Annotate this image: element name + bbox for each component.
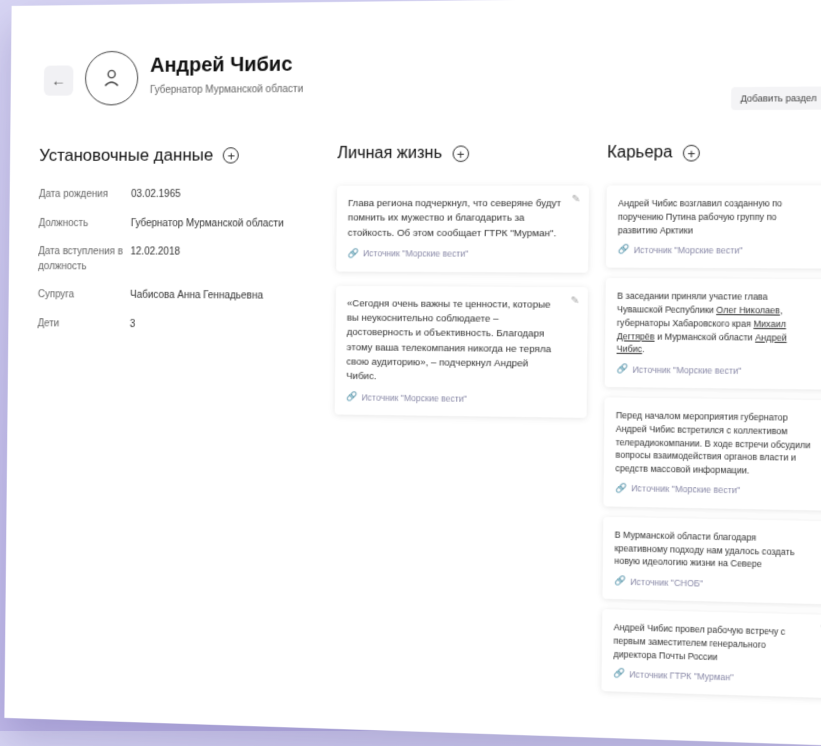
person-link[interactable]: Олег Николаев: [716, 305, 780, 316]
fact-label: Дети: [37, 317, 60, 329]
fact-value: 3: [129, 318, 136, 330]
profile-name: Андрей Чибис: [150, 53, 293, 77]
career-column: Карьера + ✎ Андрей Чибис возглавил созда…: [601, 143, 821, 699]
avatar: [84, 50, 139, 106]
source-label: Источник ГТРК "Мурман": [629, 668, 734, 683]
user-icon: [103, 69, 118, 86]
card-source[interactable]: 🔗 Источник "Морские вести": [346, 391, 560, 405]
fact-row: Дети 3: [38, 317, 321, 334]
facts-list: Дата рождения 03.02.1965 Должность Губер…: [38, 188, 322, 334]
source-label: Источник "СНОБ": [630, 576, 704, 589]
career-card[interactable]: ✎ Андрей Чибис провел рабочую встречу с …: [601, 609, 821, 699]
link-icon: 🔗: [617, 244, 630, 255]
personal-life-column: Личная жизнь + ✎ Глава региона подчеркну…: [334, 144, 590, 419]
arrow-left-icon: ←: [51, 72, 67, 90]
pencil-icon[interactable]: ✎: [571, 295, 580, 306]
back-button[interactable]: ←: [43, 65, 74, 96]
add-career-button[interactable]: +: [682, 144, 701, 162]
profile-panel: ← Андрей Чибис Губернатор Мурманской обл…: [4, 0, 821, 746]
fact-row: Супруга Чабисова Анна Геннадьевна: [38, 288, 321, 304]
career-card[interactable]: ✎ Перед началом мероприятия губернатор А…: [603, 397, 821, 511]
career-card[interactable]: ✎ Андрей Чибис возглавил созданную по по…: [605, 185, 821, 269]
fact-row: Должность Губернатор Мурманской области: [39, 217, 322, 232]
fact-value: 12.02.2018: [130, 246, 181, 258]
basic-data-title: Установочные данные +: [39, 145, 322, 166]
fact-value: Губернатор Мурманской области: [130, 217, 284, 230]
card-source[interactable]: 🔗 Источник ГТРК "Мурман": [613, 668, 809, 685]
text-part: .: [642, 343, 645, 355]
section-title: Установочные данные: [39, 145, 214, 165]
fact-label: Должность: [38, 217, 89, 229]
add-section-button[interactable]: Добавить раздел: [730, 86, 821, 111]
fact-row: Дата вступления в должность 12.02.2018: [38, 245, 321, 275]
card-source[interactable]: 🔗 Источник "Морские вести": [616, 363, 812, 377]
link-icon: 🔗: [616, 363, 629, 374]
card-source[interactable]: 🔗 Источник "Морские вести": [347, 248, 561, 260]
career-card[interactable]: ✎ В заседании приняли участие глава Чува…: [604, 278, 821, 390]
card-text: В Мурманской области благодаря креативно…: [614, 529, 795, 570]
personal-card[interactable]: ✎ Глава региона подчеркнул, что северяне…: [336, 185, 590, 273]
fact-label: Дата вступления в должность: [38, 246, 123, 272]
card-text: Андрей Чибис возглавил созданную по пору…: [617, 198, 783, 236]
plus-icon: +: [456, 146, 465, 162]
source-label: Источник "Морские вести": [632, 363, 742, 376]
add-personal-button[interactable]: +: [452, 145, 469, 163]
profile-subtitle: Губернатор Мурманской области: [149, 83, 304, 97]
source-label: Источник "Морские вести": [633, 244, 743, 256]
source-label: Источник "Морские вести": [631, 483, 741, 496]
source-label: Источник "Морские вести": [361, 392, 467, 404]
fact-label: Супруга: [37, 289, 75, 301]
fact-label: Дата рождения: [38, 188, 109, 201]
card-text: Перед началом мероприятия губернатор Анд…: [615, 409, 811, 476]
section-title: Личная жизнь: [337, 144, 443, 163]
link-icon: 🔗: [614, 575, 626, 586]
card-source[interactable]: 🔗 Источник "Морские вести": [615, 482, 811, 497]
plus-icon: +: [227, 147, 236, 164]
source-label: Источник "Морские вести": [362, 248, 469, 260]
pencil-icon[interactable]: ✎: [572, 194, 581, 205]
link-icon: 🔗: [347, 247, 359, 259]
career-title: Карьера +: [607, 143, 821, 162]
link-icon: 🔗: [613, 667, 626, 679]
profile-header: ← Андрей Чибис Губернатор Мурманской обл…: [38, 38, 821, 116]
plus-icon: +: [687, 145, 696, 161]
section-title: Карьера: [607, 143, 673, 162]
personal-card[interactable]: ✎ «Сегодня очень важны те ценности, кото…: [334, 285, 588, 419]
card-text: Андрей Чибис провел рабочую встречу с пе…: [613, 621, 786, 662]
career-card[interactable]: ✎ В Мурманской области благодаря креатив…: [602, 516, 821, 605]
fact-row: Дата рождения 03.02.1965: [39, 188, 322, 203]
link-icon: 🔗: [345, 391, 358, 402]
fact-value: Чабисова Анна Геннадьевна: [129, 289, 264, 302]
card-source[interactable]: 🔗 Источник "Морские вести": [618, 244, 814, 256]
basic-data-column: Установочные данные + Дата рождения 03.0…: [37, 145, 322, 348]
text-part: и Мурманской области: [654, 330, 756, 343]
personal-life-title: Личная жизнь +: [337, 144, 589, 163]
fact-value: 03.02.1965: [131, 188, 181, 201]
link-icon: 🔗: [615, 482, 627, 494]
card-text: В заседании приняли участие глава Чувашс…: [617, 290, 814, 358]
card-source[interactable]: 🔗 Источник "СНОБ": [614, 575, 810, 591]
card-text: «Сегодня очень важны те ценности, которы…: [346, 297, 552, 383]
add-basic-data-button[interactable]: +: [223, 147, 240, 164]
card-text: Глава региона подчеркнул, что северяне б…: [347, 198, 562, 239]
